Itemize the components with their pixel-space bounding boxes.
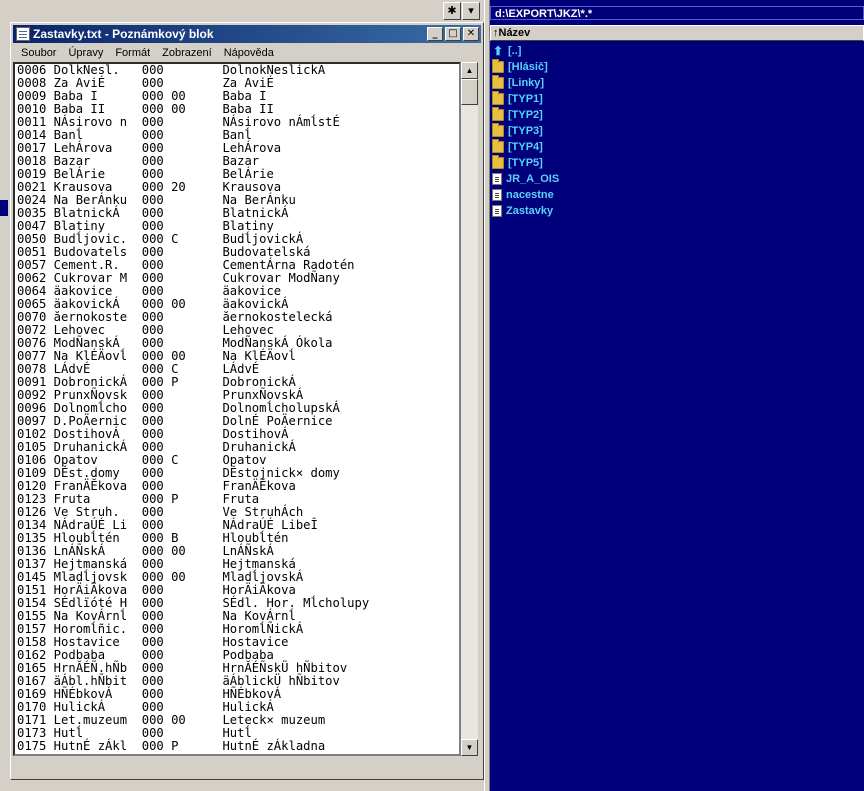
file-list-item[interactable]: [TYP1] — [492, 91, 864, 107]
window-title: Zastavky.txt - Poznámkový blok — [33, 27, 214, 41]
folder-icon — [492, 107, 504, 121]
notepad-titlebar[interactable]: Zastavky.txt - Poznámkový blok _ □ ✕ — [13, 25, 481, 43]
menu-zobrazeni[interactable]: Zobrazení — [156, 44, 218, 62]
scroll-thumb[interactable] — [461, 79, 478, 105]
notepad-icon — [16, 27, 30, 41]
file-icon — [492, 173, 502, 185]
close-button[interactable]: ✕ — [463, 27, 479, 41]
file-name: [..] — [508, 45, 522, 57]
path-bar[interactable]: d:\EXPORT\JKZ\*.* — [490, 6, 864, 20]
file-list-item[interactable]: [TYP5] — [492, 155, 864, 171]
menu-soubor[interactable]: Soubor — [15, 44, 62, 62]
folder-icon — [492, 139, 504, 153]
up-arrow-icon: ⬆ — [492, 44, 504, 58]
folder-icon — [492, 59, 504, 73]
file-list-item[interactable]: nacestne — [492, 187, 864, 203]
left-edge-fragment — [0, 200, 8, 216]
file-list-item[interactable]: [TYP2] — [492, 107, 864, 123]
file-name: JR_A_OIS — [506, 173, 560, 185]
file-list-item[interactable]: ⬆ [..] — [492, 43, 864, 59]
folder-icon — [492, 155, 504, 169]
file-list: ⬆ [..] [Hlásič] [Linky] [TYP1] [TYP2] [TYP3] [T… — [492, 43, 864, 219]
file-icon — [492, 189, 502, 201]
file-list-item[interactable]: [Hlásič] — [492, 59, 864, 75]
left-panel-toolbar: ✱ ▾ — [0, 0, 484, 22]
notepad-window[interactable]: Zastavky.txt - Poznámkový blok _ □ ✕ Sou… — [10, 22, 484, 780]
column-header-label: Název — [498, 27, 531, 39]
folder-icon — [492, 75, 504, 89]
file-list-item[interactable]: [TYP3] — [492, 123, 864, 139]
file-icon — [492, 205, 502, 217]
file-list-item[interactable]: Zastavky — [492, 203, 864, 219]
scroll-up-icon[interactable]: ▲ — [461, 62, 478, 79]
column-header-name[interactable]: ↑Název — [490, 25, 864, 41]
folder-icon — [492, 91, 504, 105]
folder-icon — [492, 123, 504, 137]
file-list-item[interactable]: [TYP4] — [492, 139, 864, 155]
minimize-button[interactable]: _ — [427, 27, 443, 41]
file-name: [TYP3] — [508, 125, 543, 137]
maximize-button[interactable]: □ — [445, 27, 461, 41]
text-line: 0175 HutnÉ zÁkl 000 P HutnÉ zÁkladna — [17, 739, 326, 753]
scroll-down-icon[interactable]: ▼ — [461, 739, 478, 756]
file-name: [TYP5] — [508, 157, 543, 169]
chevron-down-icon[interactable]: ▾ — [462, 2, 480, 20]
file-list-item[interactable]: JR_A_OIS — [492, 171, 864, 187]
menu-format[interactable]: Formát — [109, 44, 156, 62]
text-editor[interactable]: 0006 DolkÑesl. 000 DolnokÑeslickÁ 0008 Za… — [13, 62, 461, 756]
file-name: nacestne — [506, 189, 554, 201]
menu-upravy[interactable]: Úpravy — [62, 44, 109, 62]
vertical-scrollbar[interactable]: ▲ ▼ — [461, 62, 478, 756]
file-name: Zastavky — [506, 205, 554, 217]
file-name: [TYP2] — [508, 109, 543, 121]
file-list-item[interactable]: [Linky] — [492, 75, 864, 91]
asterisk-button[interactable]: ✱ — [443, 2, 461, 20]
menu-bar: Soubor Úpravy Formát Zobrazení Nápověda — [13, 44, 481, 62]
file-name: [TYP4] — [508, 141, 543, 153]
file-name: [Hlásič] — [508, 61, 548, 73]
panel-splitter[interactable] — [484, 0, 490, 791]
text-content[interactable]: 0006 DolkÑesl. 000 DolnokÑeslickÁ 0008 Za… — [15, 64, 459, 753]
file-name: [Linky] — [508, 77, 545, 89]
file-name: [TYP1] — [508, 93, 543, 105]
menu-napoveda[interactable]: Nápověda — [218, 44, 280, 62]
